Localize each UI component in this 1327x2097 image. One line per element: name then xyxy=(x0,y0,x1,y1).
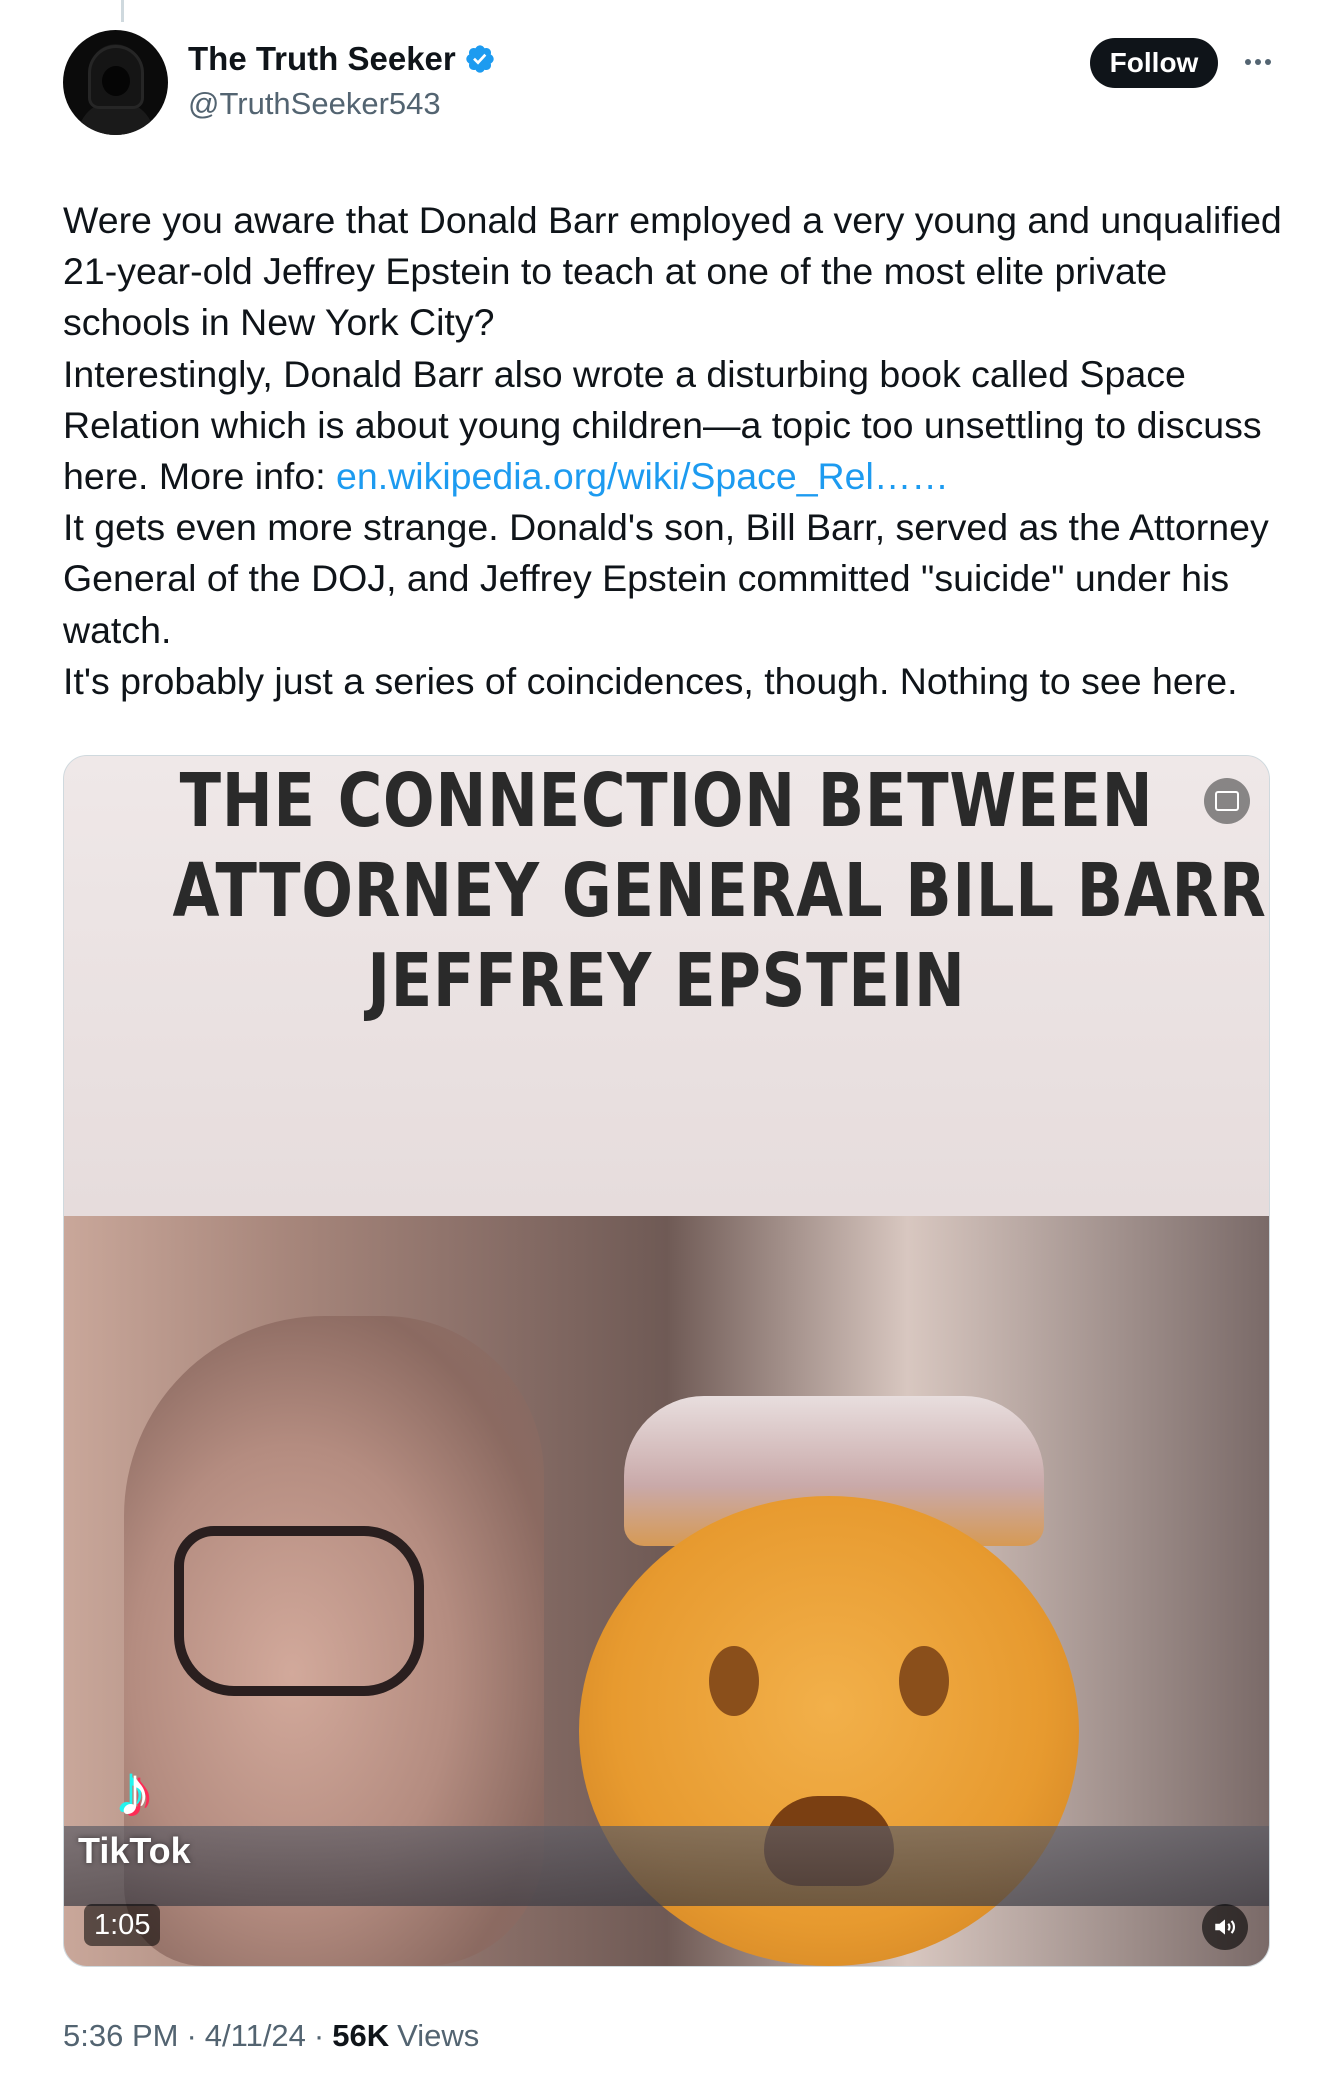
video-caption: THE CONNECTION BETWEEN ATTORNEY GENERAL … xyxy=(172,756,1270,1026)
meta-separator: · xyxy=(313,2018,325,2053)
tweet-paragraph: It's probably just a series of coinciden… xyxy=(63,659,1238,702)
volume-icon[interactable] xyxy=(1202,1904,1248,1950)
tiktok-wordmark: TikTok xyxy=(78,1830,191,1871)
author-display-name[interactable]: The Truth Seeker xyxy=(188,40,456,78)
tweet-date[interactable]: 4/11/24 xyxy=(205,2018,306,2054)
emoji-eye xyxy=(899,1646,949,1716)
avatar-face xyxy=(102,66,130,96)
more-dot xyxy=(1245,59,1251,65)
more-dot xyxy=(1265,59,1271,65)
captions-glyph xyxy=(1215,791,1239,811)
tweet-text: Were you aware that Donald Barr employed… xyxy=(63,195,1293,707)
tiktok-watermark: ♪ TikTok xyxy=(78,1756,191,1872)
video-caption-line: JEFFREY EPSTEIN xyxy=(367,938,966,1024)
video-dark-band xyxy=(64,1826,1269,1906)
verified-badge-icon xyxy=(466,45,494,73)
tweet-time[interactable]: 5:36 PM xyxy=(63,2018,178,2054)
thread-connector-line xyxy=(121,0,124,22)
tweet-meta: 5:36 PM · 4/11/24 · 56K Views xyxy=(63,2018,479,2054)
captions-icon[interactable] xyxy=(1204,778,1250,824)
tiktok-logo-icon: ♪ xyxy=(116,1752,152,1830)
follow-button[interactable]: Follow xyxy=(1090,38,1218,88)
portrait-glasses xyxy=(174,1526,424,1696)
video-player[interactable]: THE CONNECTION BETWEEN ATTORNEY GENERAL … xyxy=(63,755,1270,1967)
tweet-paragraph: Interestingly, Donald Barr also wrote a … xyxy=(63,349,1293,503)
volume-glyph xyxy=(1215,1919,1236,1935)
emoji-eye xyxy=(709,1646,759,1716)
tweet-paragraph: It gets even more strange. Donald's son,… xyxy=(63,506,1269,651)
avatar[interactable] xyxy=(63,30,168,135)
author-name-row[interactable]: The Truth Seeker xyxy=(188,40,496,78)
views-count: 56K xyxy=(332,2018,390,2053)
views-label: Views xyxy=(397,2018,480,2053)
wikipedia-link[interactable]: en.wikipedia.org/wiki/Space_Rel xyxy=(336,455,874,497)
meta-separator: · xyxy=(186,2018,197,2053)
tweet-paragraph: Were you aware that Donald Barr employed… xyxy=(63,199,1282,344)
author-handle[interactable]: @TruthSeeker543 xyxy=(188,86,441,122)
video-caption-line: THE CONNECTION BETWEEN xyxy=(179,758,1154,844)
link-ellipsis[interactable]: …… xyxy=(874,455,949,497)
video-duration-badge: 1:05 xyxy=(84,1904,161,1946)
video-caption-line: ATTORNEY GENERAL BILL BARR & xyxy=(172,848,1270,934)
more-options-icon[interactable] xyxy=(1238,42,1278,82)
more-dot xyxy=(1255,59,1261,65)
